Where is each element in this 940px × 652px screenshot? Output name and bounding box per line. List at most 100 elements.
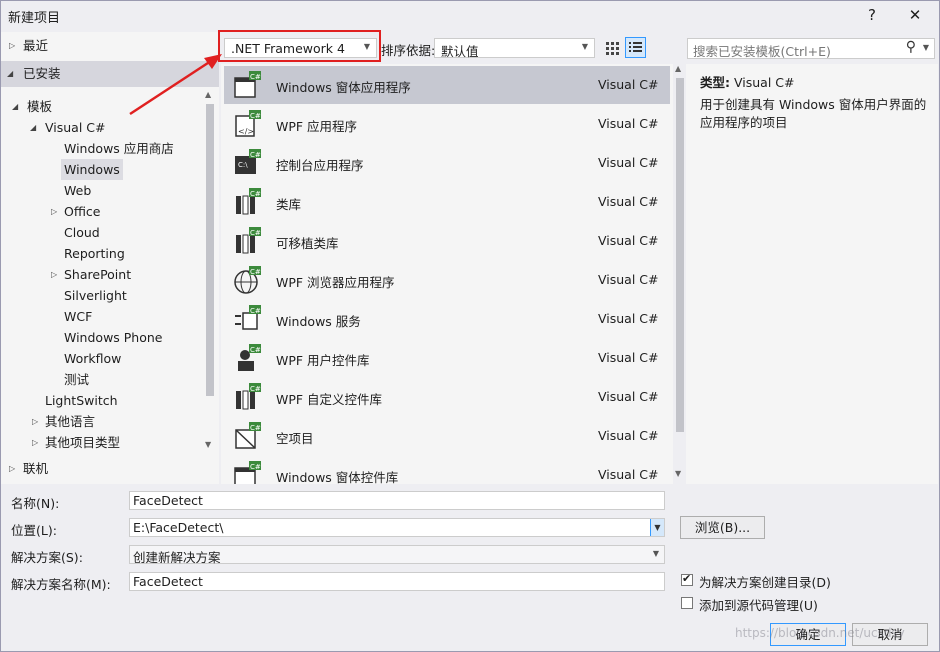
type-value: Visual C# [733, 75, 795, 90]
template-name: 类库 [276, 197, 302, 212]
template-language: Visual C# [598, 311, 659, 326]
template-list: C# Windows 窗体应用程序 Visual C# </> C# WPF 应用程序 Vi… [221, 64, 673, 484]
location-field[interactable]: E:\FaceDetect\ ▼ [129, 518, 665, 537]
tree-item-windows-phone[interactable]: Windows Phone [64, 327, 163, 348]
svg-text:C#: C# [250, 385, 261, 393]
template-name: WPF 应用程序 [276, 119, 358, 134]
template-row[interactable]: C# 可移植类库 Visual C# [224, 222, 670, 260]
scroll-up-icon[interactable]: ▲ [675, 64, 681, 73]
tree-item-lightswitch[interactable]: LightSwitch [45, 390, 118, 411]
class-library-icon: C# [236, 188, 261, 215]
collapse-arrow-icon[interactable]: ◢ [30, 117, 36, 138]
expand-arrow-icon[interactable]: ▷ [51, 264, 57, 285]
template-language: Visual C# [598, 77, 659, 92]
tree-item-other-project-types[interactable]: ▷ 其他项目类型 [1, 432, 201, 453]
expand-arrow-icon[interactable]: ▷ [32, 411, 38, 432]
tree-item-workflow[interactable]: Workflow [64, 348, 121, 369]
grid-view-icon[interactable] [602, 38, 622, 58]
expand-arrow-icon[interactable]: ▷ [9, 458, 15, 479]
scroll-thumb[interactable] [676, 78, 684, 432]
chevron-down-icon: ▼ [581, 42, 588, 51]
tree-item-cloud[interactable]: Cloud [64, 222, 100, 243]
tree-item-office[interactable]: ▷ Office [1, 201, 201, 222]
svg-text:C#: C# [250, 151, 261, 159]
chevron-down-icon[interactable]: ▼ [923, 43, 929, 52]
template-row[interactable]: C# 类库 Visual C# [224, 183, 670, 221]
expand-arrow-icon[interactable]: ▷ [32, 432, 38, 453]
tree-item-online[interactable]: ▷ 联机 [1, 458, 219, 479]
tree-item-label: 最近 [23, 38, 49, 53]
template-row[interactable]: C# Windows 窗体应用程序 Visual C# [224, 66, 670, 104]
template-row[interactable]: C# 空项目 Visual C# [224, 417, 670, 455]
list-view-icon[interactable] [625, 37, 646, 58]
tree-item-windows-store[interactable]: Windows 应用商店 [64, 138, 174, 159]
tree-item-windows[interactable]: Windows [61, 159, 123, 180]
scroll-thumb[interactable] [206, 104, 214, 396]
scroll-down-icon[interactable]: ▼ [675, 469, 681, 478]
template-language: Visual C# [598, 389, 659, 404]
template-row[interactable]: C# WPF 浏览器应用程序 Visual C# [224, 261, 670, 299]
template-row[interactable]: C:\ C# 控制台应用程序 Visual C# [224, 144, 670, 182]
search-icon[interactable]: ⚲ [906, 39, 916, 55]
collapse-arrow-icon[interactable]: ◢ [12, 96, 18, 117]
console-app-icon: C:\C# [235, 149, 261, 174]
solution-dropdown[interactable]: 创建新解决方案 ▼ [129, 545, 665, 565]
template-name: Windows 窗体控件库 [276, 470, 399, 484]
tree-item-label: 模板 [27, 99, 53, 114]
template-name: WPF 浏览器应用程序 [276, 275, 395, 290]
dialog-title: 新建项目 [8, 11, 61, 26]
source-control-label: 添加到源代码管理(U) [699, 598, 818, 613]
collapse-arrow-icon[interactable]: ◢ [7, 61, 13, 87]
tree-item-reporting[interactable]: Reporting [64, 243, 125, 264]
location-label: 位置(L): [11, 523, 57, 538]
portable-library-icon: C# [236, 227, 261, 254]
template-language: Visual C# [598, 155, 659, 170]
template-language: Visual C# [598, 194, 659, 209]
windows-forms-icon: C# [234, 71, 261, 98]
tree-scrollbar[interactable]: ▲ ▼ [203, 90, 216, 460]
solution-name-value: FaceDetect [133, 574, 203, 589]
scroll-down-icon[interactable]: ▼ [205, 440, 211, 449]
forms-control-library-icon: C# [234, 461, 261, 484]
template-name: Windows 窗体应用程序 [276, 80, 411, 95]
search-input[interactable]: 搜索已安装模板(Ctrl+E) ⚲ ▼ [687, 38, 935, 59]
template-row[interactable]: C# Windows 服务 Visual C# [224, 300, 670, 338]
template-row[interactable]: C# WPF 自定义控件库 Visual C# [224, 378, 670, 416]
svg-text:</>: </> [238, 127, 254, 136]
tree-item-test[interactable]: 测试 [64, 369, 89, 390]
template-language: Visual C# [598, 233, 659, 248]
template-row[interactable]: C# Windows 窗体控件库 Visual C# [224, 456, 670, 484]
tree-item-label: 联机 [23, 461, 49, 476]
svg-text:C#: C# [250, 73, 261, 81]
tree-item-sharepoint[interactable]: ▷ SharePoint [1, 264, 201, 285]
close-button[interactable]: ✕ [898, 2, 932, 28]
expand-arrow-icon[interactable]: ▷ [51, 201, 57, 222]
tree-item-label: SharePoint [64, 267, 132, 282]
svg-text:C#: C# [250, 346, 261, 354]
location-value: E:\FaceDetect\ [133, 520, 224, 535]
template-row[interactable]: C# WPF 用户控件库 Visual C# [224, 339, 670, 377]
help-button[interactable]: ? [855, 2, 889, 28]
watermark: https://blog.csdn.net/ucsdsy [735, 626, 905, 640]
tree-item-wcf[interactable]: WCF [64, 306, 92, 327]
search-placeholder: 搜索已安装模板(Ctrl+E) [693, 44, 831, 59]
source-control-checkbox[interactable] [681, 597, 693, 609]
template-name: 控制台应用程序 [276, 158, 364, 173]
template-list-scrollbar[interactable]: ▲ ▼ [673, 64, 686, 484]
sort-dropdown[interactable]: 默认值 ▼ [434, 38, 595, 59]
type-label: 类型: [700, 75, 730, 90]
tree-item-other-languages[interactable]: ▷ 其他语言 [1, 411, 201, 432]
browse-button[interactable]: 浏览(B)... [680, 516, 765, 539]
checkmark-icon: ✔ [682, 572, 692, 585]
name-field[interactable]: FaceDetect [129, 491, 665, 510]
tree-item-web[interactable]: Web [64, 180, 91, 201]
wpf-app-icon: </> C# [235, 110, 261, 137]
svg-text:C#: C# [250, 112, 261, 120]
solution-name-field[interactable]: FaceDetect [129, 572, 665, 591]
tree-item-silverlight[interactable]: Silverlight [64, 285, 127, 306]
template-row[interactable]: </> C# WPF 应用程序 Visual C# [224, 105, 670, 143]
chevron-down-icon[interactable]: ▼ [650, 519, 664, 536]
create-directory-checkbox[interactable]: ✔ [681, 572, 693, 586]
expand-arrow-icon[interactable]: ▷ [9, 35, 15, 56]
tree-item-visual-csharp[interactable]: ◢ Visual C# [1, 117, 201, 138]
